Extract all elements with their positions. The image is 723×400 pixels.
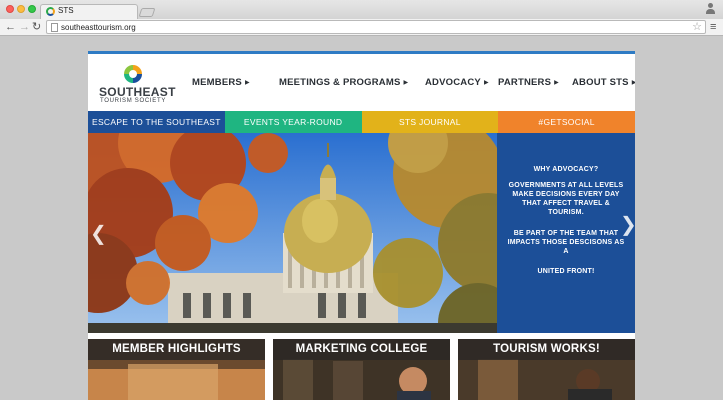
page-icon <box>51 23 58 32</box>
tab-title: STS <box>58 6 74 15</box>
nav-item-members[interactable]: MEMBERS ▶ <box>192 77 250 88</box>
card-title: MEMBER HIGHLIGHTS <box>88 339 265 360</box>
forward-button[interactable]: → <box>19 20 30 34</box>
card-member-highlights[interactable]: MEMBER HIGHLIGHTS <box>88 339 265 400</box>
nav-arrow-icon: ▶ <box>403 80 409 86</box>
panel-paragraph-1: GOVERNMENTS AT ALL LEVELS MAKE DECISIONS… <box>508 182 624 216</box>
bookmark-star-icon[interactable]: ☆ <box>692 20 702 33</box>
card-tourism-works[interactable]: TOURISM WORKS! <box>458 339 635 400</box>
feature-cards: MEMBER HIGHLIGHTS MARKETING COLLEGE TOUR… <box>88 339 635 400</box>
advocacy-panel: WHY ADVOCACY? GOVERNMENTS AT ALL LEVELS … <box>497 133 635 333</box>
nav-label: MEMBERS <box>192 77 242 88</box>
card-title: MARKETING COLLEGE <box>273 339 450 360</box>
slider-prev-arrow-icon[interactable]: ❮ <box>90 221 107 246</box>
window-titlebar: STS <box>0 0 723 19</box>
category-link-escape[interactable]: ESCAPE TO THE SOUTHEAST <box>88 111 225 133</box>
slider-next-arrow-icon[interactable]: ❯ <box>620 215 635 235</box>
nav-label: ABOUT STS <box>572 77 629 88</box>
nav-item-about-sts[interactable]: ABOUT STS▶ <box>572 77 635 88</box>
address-bar[interactable]: ☆ <box>46 20 706 34</box>
category-link-journal[interactable]: STS JOURNAL <box>361 111 499 133</box>
logo-text-line1: SOUTHEAST <box>99 85 176 99</box>
panel-paragraph-2: BE PART OF THE TEAM THAT IMPACTS THOSE D… <box>507 230 625 255</box>
browser-viewport: SOUTHEAST TOURISM SOCIETY MEMBERS ▶ MEETI… <box>0 36 723 400</box>
site-header: SOUTHEAST TOURISM SOCIETY MEMBERS ▶ MEETI… <box>88 54 635 111</box>
category-bar: ESCAPE TO THE SOUTHEAST EVENTS YEAR-ROUN… <box>88 111 635 133</box>
favicon-icon <box>46 7 55 16</box>
url-input[interactable] <box>61 21 661 33</box>
browser-tab[interactable]: STS <box>40 4 138 19</box>
user-profile-icon[interactable] <box>705 3 716 15</box>
new-tab-button[interactable] <box>138 8 156 17</box>
browser-toolbar: ← → ↻ ☆ ≡ <box>0 19 723 36</box>
zoom-window-button[interactable] <box>28 5 36 13</box>
browser-menu-icon[interactable]: ≡ <box>710 21 716 33</box>
card-marketing-college[interactable]: MARKETING COLLEGE <box>273 339 450 400</box>
nav-arrow-icon: ▶ <box>244 80 250 86</box>
website-page: SOUTHEAST TOURISM SOCIETY MEMBERS ▶ MEETI… <box>88 51 635 400</box>
nav-item-advocacy[interactable]: ADVOCACY ▶ <box>425 77 489 88</box>
reload-button[interactable]: ↻ <box>32 20 41 34</box>
category-link-getsocial[interactable]: #GETSOCIAL <box>498 111 635 133</box>
back-button[interactable]: ← <box>5 20 16 34</box>
nav-label: ADVOCACY <box>425 77 481 88</box>
card-title: TOURISM WORKS! <box>458 339 635 360</box>
nav-arrow-icon: ▶ <box>632 80 635 86</box>
close-window-button[interactable] <box>6 5 14 13</box>
category-link-events[interactable]: EVENTS YEAR-ROUND <box>224 111 362 133</box>
nav-label: MEETINGS & PROGRAMS <box>279 77 401 88</box>
nav-arrow-icon: ▶ <box>483 80 489 86</box>
nav-label: PARTNERS <box>498 77 552 88</box>
minimize-window-button[interactable] <box>17 5 25 13</box>
panel-heading: WHY ADVOCACY? <box>533 166 599 173</box>
nav-arrow-icon: ▶ <box>554 80 559 86</box>
hero-capitol-image: ❮ <box>88 133 497 333</box>
nav-item-partners[interactable]: PARTNERS ▶ <box>498 77 559 88</box>
logo-mark-icon <box>124 65 142 83</box>
panel-paragraph-3: UNITED FRONT! <box>537 268 595 275</box>
nav-item-meetings-programs[interactable]: MEETINGS & PROGRAMS ▶ <box>279 77 408 88</box>
logo-text-line2: TOURISM SOCIETY <box>99 98 167 104</box>
